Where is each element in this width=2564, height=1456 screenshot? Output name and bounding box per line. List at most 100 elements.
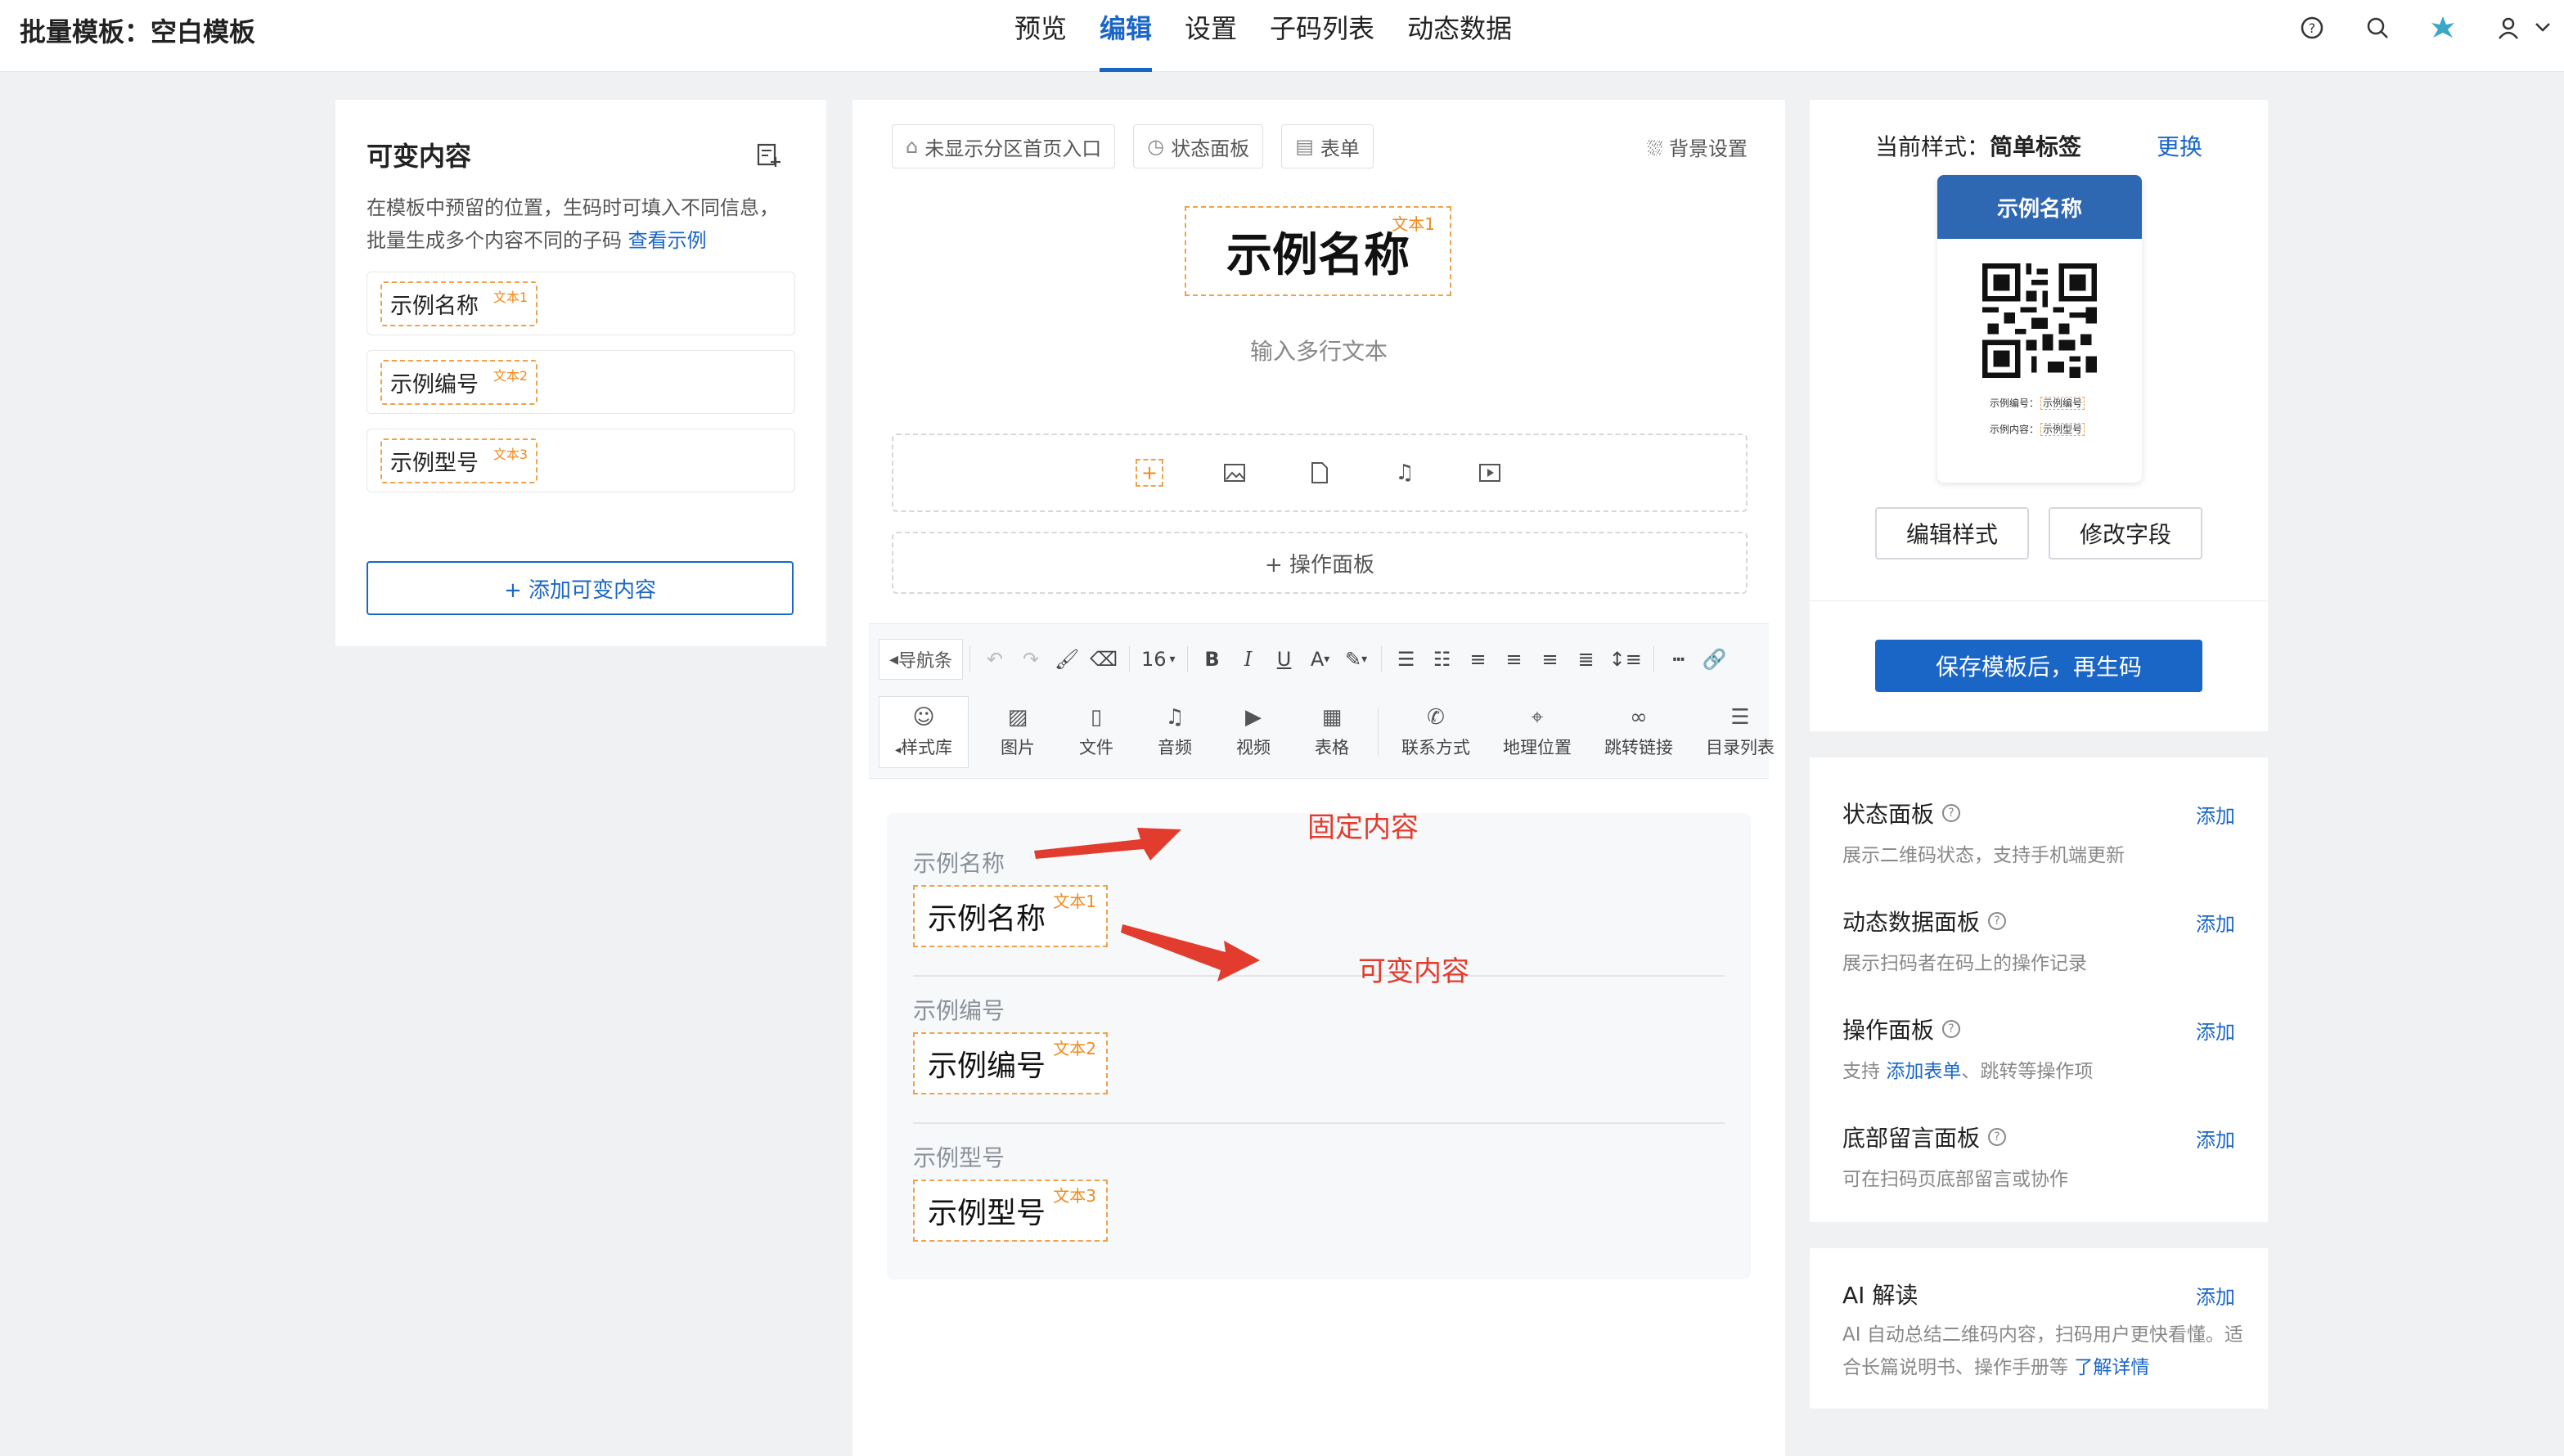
main-nav: 预览 编辑 设置 子码列表 动态数据 bbox=[998, 0, 1528, 72]
add-dynamic-panel-button[interactable]: 添加 bbox=[2196, 908, 2235, 937]
video-icon[interactable] bbox=[1476, 459, 1504, 487]
style-panel: 当前样式：简单标签 更换 示例名称 示例编号： 示例编号 示例内容： 示例型号 编辑… bbox=[1810, 100, 2268, 731]
file-icon[interactable] bbox=[1306, 459, 1334, 487]
tab-settings[interactable]: 设置 bbox=[1170, 0, 1252, 72]
variable-item[interactable]: 示例编号 文本2 bbox=[367, 350, 795, 414]
add-block-icon[interactable]: + bbox=[1136, 459, 1163, 487]
align-center-icon[interactable]: ≡ bbox=[1496, 639, 1532, 680]
bullet-list-icon[interactable]: ☷ bbox=[1424, 639, 1460, 680]
tab-dynamic-data[interactable]: 动态数据 bbox=[1392, 0, 1527, 72]
insert-image[interactable]: ▨ 图片 bbox=[978, 693, 1057, 771]
add-operation-panel-button[interactable]: 添加 bbox=[2196, 1016, 2235, 1045]
help-icon[interactable]: ? bbox=[1942, 1020, 1961, 1038]
link-icon: ∞ bbox=[1630, 705, 1648, 730]
multiline-text-placeholder[interactable]: 输入多行文本 bbox=[852, 334, 1785, 366]
add-comment-panel-button[interactable]: 添加 bbox=[2196, 1124, 2235, 1153]
image-icon[interactable] bbox=[1221, 459, 1248, 487]
tab-subcode-list[interactable]: 子码列表 bbox=[1255, 0, 1389, 72]
home-entry-pill[interactable]: ⌂ 未显示分区首页入口 bbox=[892, 124, 1116, 169]
panel-option-desc: 支持 添加表单、跳转等操作项 bbox=[1842, 1061, 2094, 1082]
style-actions: 编辑样式 修改字段 bbox=[1875, 507, 2202, 559]
help-icon[interactable]: ? bbox=[1988, 1128, 2007, 1146]
paint-bucket-icon: ⛆ bbox=[1647, 137, 1669, 160]
user-icon[interactable] bbox=[2492, 11, 2525, 44]
add-operation-panel[interactable]: + 操作面板 bbox=[892, 532, 1748, 594]
format-painter-icon[interactable]: 🖌 bbox=[1049, 639, 1085, 680]
add-form-link[interactable]: 添加表单 bbox=[1886, 1061, 1961, 1082]
insert-contact[interactable]: ✆ 联系方式 bbox=[1385, 693, 1487, 771]
audio-icon[interactable]: ♫ bbox=[1391, 459, 1419, 487]
help-icon[interactable]: ? bbox=[1942, 804, 1961, 822]
redo-icon[interactable]: ↷ bbox=[1013, 639, 1049, 680]
insert-jump-link[interactable]: ∞ 跳转链接 bbox=[1588, 693, 1689, 771]
panel-option-operation: 操作面板? 添加 支持 添加表单、跳转等操作项 bbox=[1842, 1013, 2235, 1083]
undo-icon[interactable]: ↶ bbox=[977, 639, 1013, 680]
title-field[interactable]: 示例名称 文本1 bbox=[1185, 206, 1451, 296]
divider bbox=[1810, 600, 2268, 601]
align-left-icon[interactable]: ≡ bbox=[1460, 639, 1496, 680]
variable-item[interactable]: 示例型号 文本3 bbox=[367, 429, 795, 492]
panel-option-desc: 展示二维码状态，支持手机端更新 bbox=[1842, 845, 2125, 866]
insert-video[interactable]: ▶ 视频 bbox=[1214, 693, 1293, 771]
variable-tag: 示例型号 文本3 bbox=[380, 438, 538, 483]
eraser-icon[interactable]: ⌫ bbox=[1085, 639, 1122, 680]
home-icon: ⌂ bbox=[906, 135, 919, 158]
search-icon[interactable] bbox=[2361, 11, 2394, 44]
media-insert-area: + ♫ bbox=[892, 434, 1748, 512]
insert-row: ☺ ◂样式库 ▨ 图片 ▯ 文件 ♫ 音频 ▶ 视频 ▦ 表格 ✆ 联系方式 ⌖ 地理位置 ∞… bbox=[869, 693, 1791, 771]
divider bbox=[1378, 708, 1379, 757]
bold-icon[interactable]: B bbox=[1194, 639, 1230, 680]
insert-audio[interactable]: ♫ 音频 bbox=[1136, 693, 1214, 771]
save-template-button[interactable]: 保存模板后，再生码 bbox=[1875, 640, 2202, 692]
align-justify-icon[interactable]: ≣ bbox=[1568, 639, 1604, 680]
link-icon[interactable]: 🔗 bbox=[1697, 639, 1733, 680]
horizontal-rule-icon[interactable]: ┅ bbox=[1661, 639, 1697, 680]
font-size-select[interactable]: 16 ▾ bbox=[1136, 639, 1181, 680]
view-example-link[interactable]: 查看示例 bbox=[628, 229, 707, 252]
learn-more-link[interactable]: 了解详情 bbox=[2074, 1357, 2149, 1378]
status-panel-pill[interactable]: ◷ 状态面板 bbox=[1133, 124, 1264, 169]
variable-item[interactable]: 示例名称 文本1 bbox=[367, 272, 795, 335]
tab-edit[interactable]: 编辑 bbox=[1085, 0, 1167, 72]
help-icon[interactable]: ? bbox=[2296, 11, 2328, 44]
change-style-link[interactable]: 更换 bbox=[2157, 129, 2202, 162]
insert-file[interactable]: ▯ 文件 bbox=[1057, 693, 1136, 771]
svg-text:?: ? bbox=[2309, 20, 2316, 36]
edit-style-button[interactable]: 编辑样式 bbox=[1875, 507, 2029, 559]
insert-location[interactable]: ⌖ 地理位置 bbox=[1487, 693, 1588, 771]
chevron-down-icon[interactable] bbox=[2533, 11, 2553, 44]
variable-content-annotation: 可变内容 bbox=[1358, 955, 1469, 988]
align-right-icon[interactable]: ≡ bbox=[1532, 639, 1568, 680]
navbar-chip[interactable]: ◂ 导航条 bbox=[879, 639, 964, 680]
highlight-icon[interactable]: ✎ ▾ bbox=[1338, 639, 1374, 680]
panel-option-dynamic-data: 动态数据面板? 添加 展示扫码者在码上的操作记录 bbox=[1842, 905, 2235, 975]
add-ai-button[interactable]: 添加 bbox=[2196, 1281, 2235, 1310]
help-icon[interactable]: ? bbox=[1988, 912, 2007, 930]
top-bar: 批量模板：空白模板 预览 编辑 设置 子码列表 动态数据 ? bbox=[0, 0, 2564, 72]
audio-icon: ♫ bbox=[1165, 705, 1185, 730]
phone-icon: ✆ bbox=[1427, 705, 1445, 730]
panel-option-comment: 底部留言面板? 添加 可在扫码页底部留言或协作 bbox=[1842, 1121, 2235, 1191]
background-setting-button[interactable]: ⛆ 背景设置 bbox=[1647, 133, 1748, 161]
file-icon: ▯ bbox=[1090, 705, 1103, 730]
rich-text-toolbar: ◂ 导航条 ↶ ↷ 🖌 ⌫ 16 ▾ B I U A ▾ ✎ ▾ ☰ ☷ ≡ ≡ ≡ ≣… bbox=[869, 623, 1775, 779]
insert-table[interactable]: ▦ 表格 bbox=[1293, 693, 1371, 771]
edit-fields-button[interactable]: 修改字段 bbox=[2049, 507, 2202, 559]
italic-icon[interactable]: I bbox=[1230, 639, 1266, 680]
add-field-icon[interactable] bbox=[756, 142, 789, 175]
format-row: ◂ 导航条 ↶ ↷ 🖌 ⌫ 16 ▾ B I U A ▾ ✎ ▾ ☰ ☷ ≡ ≡ ≡ ≣… bbox=[869, 639, 1733, 680]
add-status-panel-button[interactable]: 添加 bbox=[2196, 800, 2235, 829]
ordered-list-icon[interactable]: ☰ bbox=[1388, 639, 1424, 680]
font-color-icon[interactable]: A ▾ bbox=[1302, 639, 1338, 680]
line-height-icon[interactable]: ↕≡ bbox=[1604, 639, 1647, 680]
add-variable-button[interactable]: + 添加可变内容 bbox=[367, 561, 794, 615]
panel-option-title: 动态数据面板 bbox=[1842, 909, 1981, 936]
tab-preview[interactable]: 预览 bbox=[1000, 0, 1082, 72]
form-pill[interactable]: ▤ 表单 bbox=[1281, 124, 1374, 169]
section-pills: ⌂ 未显示分区首页入口 ◷ 状态面板 ▤ 表单 bbox=[892, 124, 1374, 169]
underline-icon[interactable]: U bbox=[1266, 639, 1302, 680]
panel-description: 在模板中预留的位置，生码时可填入不同信息，批量生成多个内容不同的子码 查看示例 bbox=[367, 196, 779, 252]
insert-catalog-list[interactable]: ☰ 目录列表 bbox=[1689, 693, 1791, 771]
app-logo-icon[interactable] bbox=[2427, 11, 2459, 44]
style-library-button[interactable]: ☺ ◂样式库 bbox=[879, 696, 969, 768]
